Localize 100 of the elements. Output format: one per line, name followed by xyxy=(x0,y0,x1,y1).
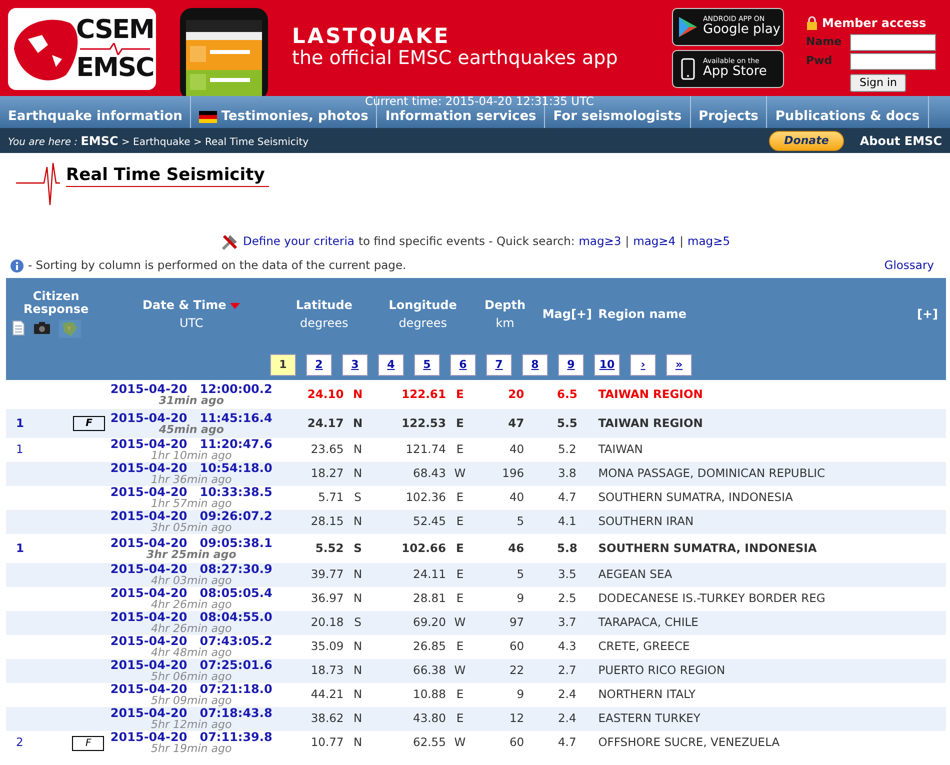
date-time[interactable]: 2015-04-20 10:54:18.0 xyxy=(106,462,277,474)
longitude: 102.36 xyxy=(406,489,446,506)
about-link[interactable]: About EMSC xyxy=(860,132,942,150)
breadcrumb-link[interactable]: Earthquake xyxy=(133,136,190,148)
column-header[interactable]: Region name xyxy=(598,305,889,323)
page-link[interactable]: 6 xyxy=(450,354,476,376)
page-link[interactable]: 2 xyxy=(306,354,332,376)
latitude: 36.97 xyxy=(310,590,344,608)
depth: 60 xyxy=(508,638,526,656)
glossary-link[interactable]: Glossary xyxy=(884,257,934,275)
response-count[interactable]: 2 xyxy=(16,734,24,752)
page-link[interactable]: 4 xyxy=(378,354,404,376)
magnitude: 5.2 xyxy=(556,441,578,458)
column-header[interactable]: Longitude xyxy=(372,296,474,314)
date-time[interactable]: 2015-04-20 12:00:00.2 xyxy=(106,382,277,394)
column-header[interactable]: Citizen Response xyxy=(16,290,96,316)
depth: 20 xyxy=(507,386,526,403)
camera-icon[interactable] xyxy=(33,320,51,336)
region-name: PUERTO RICO REGION xyxy=(598,663,726,678)
criteria-link[interactable]: Define your criteria xyxy=(242,232,354,250)
page-link[interactable]: » xyxy=(666,354,692,376)
page-link[interactable]: 8 xyxy=(522,354,548,376)
date-time[interactable]: 2015-04-20 08:05:05.4 xyxy=(106,587,277,599)
region-name: TAIWAN xyxy=(598,442,643,456)
date-time[interactable]: 2015-04-20 07:25:01.6 xyxy=(106,659,277,671)
hemisphere: S xyxy=(353,489,362,506)
password-field[interactable] xyxy=(850,53,936,70)
page-link[interactable]: 10 xyxy=(594,354,620,376)
depth: 22 xyxy=(508,662,526,680)
date-time[interactable]: 2015-04-20 11:20:47.6 xyxy=(106,438,277,450)
column-unit: km xyxy=(494,315,516,332)
donate-button[interactable]: Donate xyxy=(769,130,844,150)
date-time[interactable]: 2015-04-20 08:27:30.9 xyxy=(106,563,277,575)
nav-item[interactable]: Projects xyxy=(690,107,766,126)
logo[interactable]: CSEM EMSC xyxy=(8,8,156,90)
date-time[interactable]: 2015-04-20 09:26:07.2 xyxy=(106,510,277,522)
depth: 5 xyxy=(516,513,526,530)
nav-item[interactable]: For seismologists xyxy=(545,107,690,126)
breadcrumb-link[interactable]: EMSC xyxy=(80,134,118,148)
page-link[interactable]: 9 xyxy=(558,354,584,376)
tools-icon xyxy=(220,232,239,251)
column-header[interactable]: Mag[+] xyxy=(536,305,598,323)
lock-icon xyxy=(806,16,818,30)
date-time[interactable]: 2015-04-20 08:04:55.0 xyxy=(106,611,277,623)
hemisphere: N xyxy=(352,566,364,584)
hemisphere: W xyxy=(453,734,467,752)
column-header[interactable]: Latitude xyxy=(276,296,372,314)
column-header[interactable]: [+] xyxy=(888,305,938,323)
document-icon[interactable] xyxy=(12,320,25,336)
response-count[interactable]: 1 xyxy=(16,441,24,459)
page-link[interactable]: 7 xyxy=(486,354,512,376)
latitude: 44.21 xyxy=(310,686,344,704)
logo-text: CSEM xyxy=(76,17,154,43)
time-ago: 5hr 12min ago xyxy=(150,719,233,731)
play-icon xyxy=(677,16,699,38)
depth: 9 xyxy=(516,590,526,608)
time-ago: 45min ago xyxy=(158,424,225,436)
page-link[interactable]: 5 xyxy=(414,354,440,376)
nav-item[interactable]: Earthquake information xyxy=(0,107,190,126)
date-time[interactable]: 2015-04-20 10:33:38.5 xyxy=(106,486,277,498)
sign-in-button[interactable]: Sign in xyxy=(850,74,906,92)
column-header[interactable]: Date & Time xyxy=(142,296,226,314)
latitude: 35.09 xyxy=(310,638,344,656)
quick-search-link[interactable]: mag≥4 xyxy=(633,232,676,250)
member-title: Member access xyxy=(822,15,926,32)
page-link[interactable]: 1 xyxy=(270,354,296,376)
nav-item[interactable]: Testimonies, photos xyxy=(191,107,376,126)
felt-box[interactable]: F xyxy=(73,416,106,431)
felt-box[interactable]: F xyxy=(72,736,104,750)
region-name: SOUTHERN SUMATRA, INDONESIA xyxy=(598,490,793,504)
nav-item[interactable]: Information services xyxy=(377,107,544,126)
name-field[interactable] xyxy=(850,34,936,51)
hemisphere: W xyxy=(453,614,467,632)
magnitude: 2.4 xyxy=(556,686,578,704)
quick-search-link[interactable]: mag≥5 xyxy=(688,232,730,250)
date-time[interactable]: 2015-04-20 07:18:43.8 xyxy=(106,707,277,719)
hemisphere: N xyxy=(352,386,364,403)
date-time[interactable]: 2015-04-20 07:11:39.8 xyxy=(106,731,277,743)
quick-search-link[interactable]: mag≥3 xyxy=(578,232,622,250)
date-time[interactable]: 2015-04-20 07:43:05.2 xyxy=(106,635,277,647)
date-time[interactable]: 2015-04-20 11:45:16.4 xyxy=(106,412,277,424)
latitude: 10.77 xyxy=(310,734,344,752)
depth: 97 xyxy=(508,614,526,632)
depth: 40 xyxy=(508,489,526,506)
longitude: 28.81 xyxy=(413,590,446,608)
depth: 5 xyxy=(516,566,526,584)
response-count[interactable]: 1 xyxy=(16,540,24,558)
hemisphere: S xyxy=(353,614,362,632)
nav-item[interactable]: Publications & docs xyxy=(767,107,928,126)
region-name: TAIWAN REGION xyxy=(598,416,703,430)
breadcrumb-link[interactable]: Real Time Seismicity xyxy=(205,136,309,148)
info-icon xyxy=(10,259,24,273)
date-time[interactable]: 2015-04-20 09:05:38.1 xyxy=(106,536,277,548)
response-count[interactable]: 1 xyxy=(16,414,24,432)
page-link[interactable]: › xyxy=(630,354,656,376)
page-link[interactable]: 3 xyxy=(342,354,368,376)
column-header[interactable]: Depth xyxy=(474,296,536,314)
separator: | xyxy=(625,232,630,250)
hemisphere: E xyxy=(455,710,465,728)
date-time[interactable]: 2015-04-20 07:21:18.0 xyxy=(106,683,277,695)
